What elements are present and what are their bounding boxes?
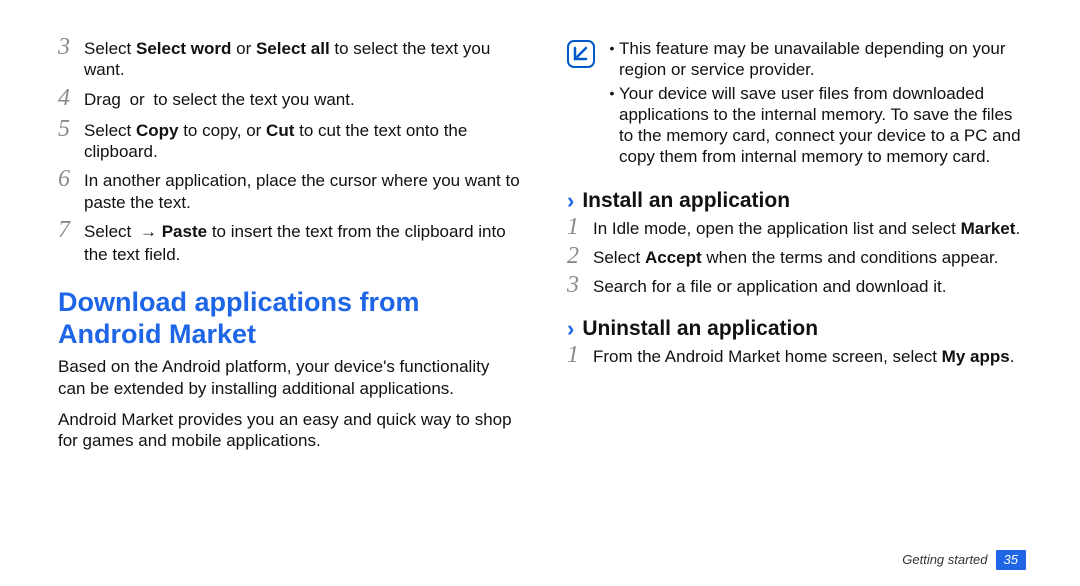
bold-text: Accept [645,248,702,267]
paragraph: Based on the Android platform, your devi… [58,356,521,399]
bold-text: Market [961,219,1016,238]
bold-text: Paste [162,222,207,241]
right-column: •This feature may be unavailable dependi… [567,38,1030,461]
text: Select [84,121,136,140]
text: From the Android Market home screen, sel… [593,347,942,366]
page-footer: Getting started 35 [902,550,1026,570]
text: In another application, place the cursor… [84,171,520,211]
bullet-text: This feature may be unavailable dependin… [619,38,1030,81]
bold-text: Cut [266,121,294,140]
numbered-step: 7Select → Paste to insert the text from … [58,221,521,266]
step-body: Select → Paste to insert the text from t… [84,221,521,266]
left-column: 3Select Select word or Select all to sel… [58,38,521,461]
note-bullets: •This feature may be unavailable dependi… [605,38,1030,170]
text: Search for a file or application and dow… [593,277,946,296]
text: → [140,222,162,241]
text: . [1010,347,1015,366]
numbered-step: 3Select Select word or Select all to sel… [58,38,521,81]
numbered-step: 1In Idle mode, open the application list… [567,218,1030,239]
text: when the terms and conditions appear. [702,248,999,267]
numbered-step: 1From the Android Market home screen, se… [567,346,1030,367]
step-list-left: 3Select Select word or Select all to sel… [58,38,521,265]
step-body: In another application, place the cursor… [84,170,521,213]
bold-text: Select all [256,39,330,58]
note-block: •This feature may be unavailable dependi… [567,38,1030,170]
step-body: Select Select word or Select all to sele… [84,38,521,81]
text: Select [84,222,136,241]
step-number: 2 [567,244,593,268]
footer-page-number: 35 [996,550,1026,570]
bold-text: Select word [136,39,231,58]
subsection-heading: › Install an application [567,188,1030,214]
step-number: 5 [58,117,84,141]
step-number: 3 [567,273,593,297]
step-body: Drag or to select the text you want. [84,89,521,112]
step-number: 1 [567,343,593,367]
text: or [231,39,256,58]
step-list-install: 1In Idle mode, open the application list… [567,218,1030,298]
step-number: 3 [58,35,84,59]
bold-text: Copy [136,121,179,140]
step-body: Select Copy to copy, or Cut to cut the t… [84,120,521,163]
step-number: 6 [58,167,84,191]
subsection-title: Install an application [582,188,790,214]
bullet-dot-icon: • [605,83,619,103]
bold-text: My apps [942,347,1010,366]
section-heading: Download applications from Android Marke… [58,287,521,350]
text: . [1015,219,1020,238]
paragraph: Android Market provides you an easy and … [58,409,521,452]
numbered-step: 2Select Accept when the terms and condit… [567,247,1030,268]
numbered-step: 6In another application, place the curso… [58,170,521,213]
step-number: 7 [58,218,84,242]
step-number: 1 [567,215,593,239]
text: to select the text you want. [153,90,354,109]
text: Select [593,248,645,267]
text: In Idle mode, open the application list … [593,219,961,238]
text: Select [84,39,136,58]
page: 3Select Select word or Select all to sel… [0,0,1080,471]
text: or [130,90,150,109]
step-body: In Idle mode, open the application list … [593,218,1030,239]
step-body: From the Android Market home screen, sel… [593,346,1030,367]
note-bullet: •Your device will save user files from d… [605,83,1030,168]
chevron-icon: › [567,318,574,340]
numbered-step: 4Drag or to select the text you want. [58,89,521,112]
step-body: Search for a file or application and dow… [593,276,1030,297]
numbered-step: 3Search for a file or application and do… [567,276,1030,297]
step-body: Select Accept when the terms and conditi… [593,247,1030,268]
step-list-uninstall: 1From the Android Market home screen, se… [567,346,1030,367]
text: to copy, or [178,121,266,140]
note-bullet: •This feature may be unavailable dependi… [605,38,1030,81]
note-icon [567,40,595,68]
bullet-dot-icon: • [605,38,619,58]
subsection-heading: › Uninstall an application [567,316,1030,342]
bullet-text: Your device will save user files from do… [619,83,1030,168]
footer-section-label: Getting started [902,552,987,568]
text: Drag [84,90,126,109]
step-number: 4 [58,86,84,110]
subsection-title: Uninstall an application [582,316,818,342]
chevron-icon: › [567,190,574,212]
numbered-step: 5Select Copy to copy, or Cut to cut the … [58,120,521,163]
